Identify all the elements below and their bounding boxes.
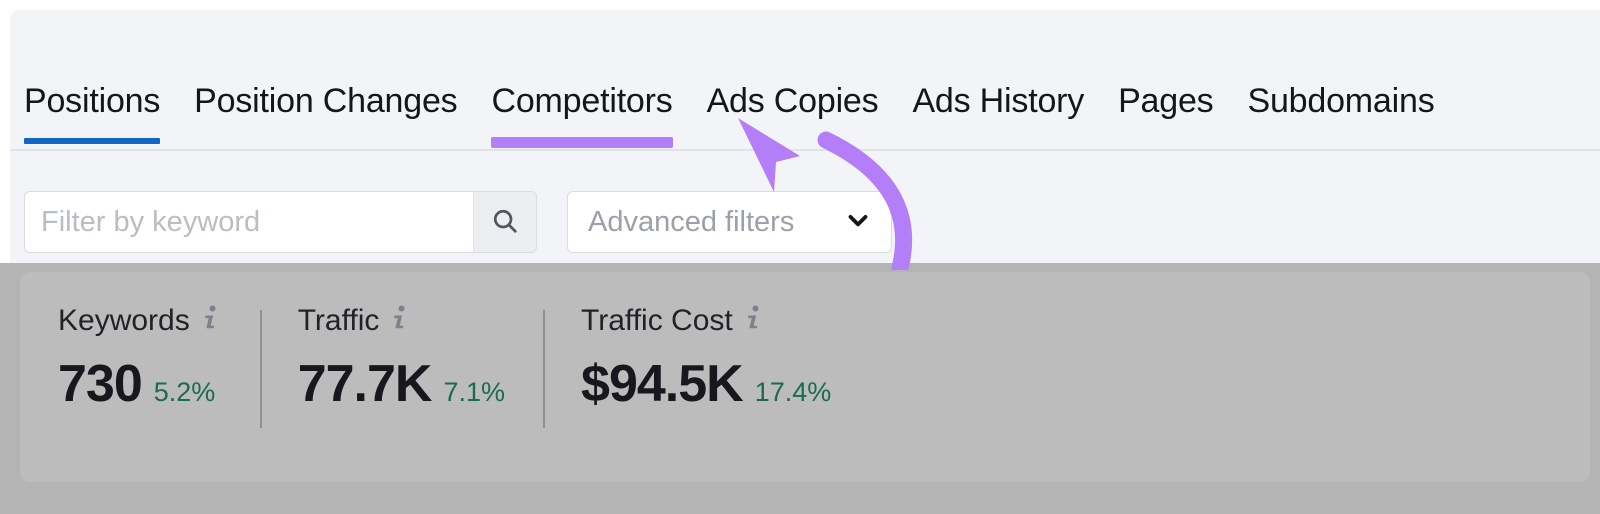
advanced-filters-dropdown[interactable]: Advanced filters bbox=[567, 191, 892, 253]
tab-underline bbox=[491, 137, 673, 148]
search-input[interactable] bbox=[25, 192, 473, 252]
metric-title: Keywords bbox=[58, 302, 222, 338]
metric-body: Traffic 77.7K 7.1% bbox=[260, 302, 543, 414]
metrics-dim-overlay: Keywords 730 5.2% Traffic 77.7K 7.1% Traffic C… bbox=[0, 263, 1600, 514]
metric-title-text: Keywords bbox=[58, 304, 190, 337]
metrics-card: Keywords 730 5.2% Traffic 77.7K 7.1% Traffic C… bbox=[20, 272, 1590, 482]
magnifier-icon bbox=[490, 206, 520, 239]
tab-label: Subdomains bbox=[1247, 82, 1435, 120]
tab-label: Ads Copies bbox=[706, 82, 879, 120]
metric-value-row: 77.7K 7.1% bbox=[298, 354, 505, 414]
metric-title-text: Traffic bbox=[297, 304, 380, 337]
info-icon[interactable] bbox=[743, 304, 765, 340]
metric-delta: 17.4% bbox=[754, 377, 832, 407]
metric-delta: 5.2% bbox=[153, 377, 216, 407]
metric-divider bbox=[543, 310, 546, 428]
tab-position-changes[interactable]: Position Changes bbox=[194, 62, 458, 150]
tab-label: Ads History bbox=[912, 82, 1085, 120]
tab-underline bbox=[1247, 138, 1434, 144]
tab-underline bbox=[194, 138, 457, 144]
info-icon[interactable] bbox=[200, 304, 222, 340]
metric-value: 730 bbox=[58, 355, 143, 413]
tab-label: Competitors bbox=[491, 82, 673, 120]
tab-ads-copies[interactable]: Ads Copies bbox=[707, 62, 879, 150]
tab-subdomains[interactable]: Subdomains bbox=[1247, 62, 1434, 150]
tab-bar: Positions Position Changes Competitors Ads … bbox=[10, 62, 1600, 150]
info-icon[interactable] bbox=[389, 304, 411, 340]
keyword-filter[interactable] bbox=[24, 191, 537, 253]
tab-pages[interactable]: Pages bbox=[1118, 62, 1214, 150]
metric-divider bbox=[259, 310, 262, 428]
tab-bar-divider bbox=[10, 149, 1600, 151]
tab-positions[interactable]: Positions bbox=[24, 62, 160, 150]
metric-keywords: Keywords 730 5.2% bbox=[20, 302, 260, 452]
metric-value: $94.5K bbox=[581, 355, 744, 413]
advanced-filters-label: Advanced filters bbox=[588, 205, 795, 238]
chevron-down-icon bbox=[843, 205, 873, 240]
tab-underline bbox=[24, 138, 161, 144]
metric-body: Traffic Cost $94.5K 17.4% bbox=[543, 302, 869, 414]
tab-underline bbox=[707, 138, 879, 144]
metric-value-row: 730 5.2% bbox=[58, 354, 222, 414]
screenshot-root: Positions Position Changes Competitors Ads … bbox=[0, 0, 1600, 514]
tab-ads-history[interactable]: Ads History bbox=[912, 62, 1084, 150]
metric-delta: 7.1% bbox=[443, 377, 506, 407]
metric-title: Traffic bbox=[298, 302, 505, 338]
metric-traffic-cost: Traffic Cost $94.5K 17.4% bbox=[543, 302, 869, 452]
tab-label: Pages bbox=[1118, 82, 1214, 120]
metrics-list: Keywords 730 5.2% Traffic 77.7K 7.1% Traffic C… bbox=[20, 302, 869, 452]
tab-label: Positions bbox=[24, 82, 161, 120]
metric-value: 77.7K bbox=[297, 355, 433, 413]
app-panel: Positions Position Changes Competitors Ads … bbox=[10, 10, 1600, 263]
metric-value-row: $94.5K 17.4% bbox=[581, 354, 831, 414]
metric-title: Traffic Cost bbox=[581, 302, 831, 338]
search-button[interactable] bbox=[473, 192, 536, 252]
metric-title-text: Traffic Cost bbox=[581, 304, 733, 337]
tab-underline bbox=[912, 138, 1084, 144]
tab-label: Position Changes bbox=[194, 82, 458, 120]
metric-traffic: Traffic 77.7K 7.1% bbox=[259, 302, 543, 452]
tab-underline bbox=[1118, 138, 1213, 144]
metric-body: Keywords 730 5.2% bbox=[20, 302, 260, 414]
tab-competitors[interactable]: Competitors bbox=[491, 62, 673, 150]
